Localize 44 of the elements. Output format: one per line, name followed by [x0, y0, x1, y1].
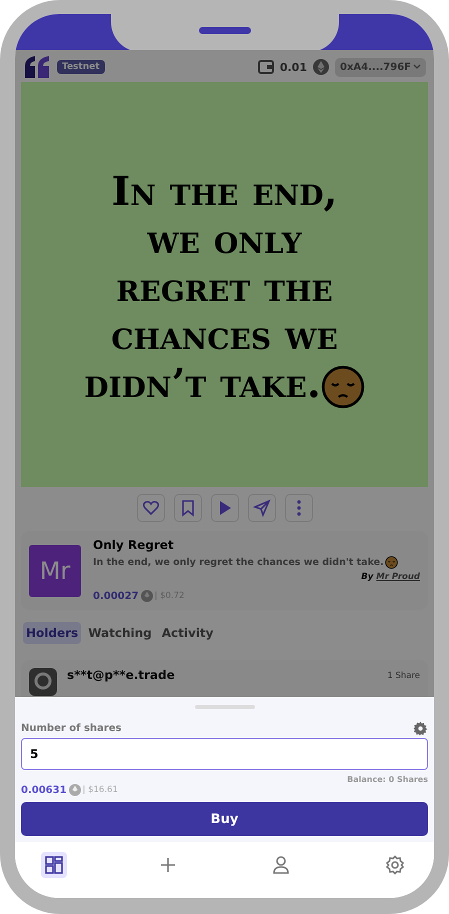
- shares-label: Number of shares: [21, 723, 122, 734]
- sad-face-icon: [320, 364, 365, 409]
- author-link[interactable]: Mr Proud: [376, 572, 420, 582]
- user-avatar-icon: [29, 668, 57, 696]
- sad-face-icon: [384, 556, 398, 569]
- wallet-icon: [258, 60, 274, 74]
- bookmark-button[interactable]: [174, 494, 202, 522]
- user-icon: [271, 855, 292, 875]
- play-button[interactable]: [210, 494, 238, 522]
- total-price: 0.00631: [21, 784, 67, 796]
- holder-name: s**t@p**e.trade: [67, 668, 176, 682]
- item-description: In the end, we only regret the chances we didn't take.: [93, 557, 384, 568]
- wallet-balance: 0.01: [280, 60, 307, 74]
- item-title: Only Regret: [93, 538, 175, 552]
- share-button[interactable]: [248, 494, 276, 522]
- network-badge: Testnet: [57, 60, 105, 74]
- tab[interactable]: Activity: [158, 622, 216, 644]
- like-button[interactable]: [136, 494, 164, 522]
- shares-balance: Balance: 0 Shares: [346, 775, 428, 784]
- more-button[interactable]: [284, 494, 312, 522]
- quote-logo-icon: [23, 56, 51, 78]
- settings-icon[interactable]: [413, 721, 428, 736]
- send-icon: [252, 499, 270, 517]
- holder-shares: 1 Share: [387, 671, 420, 681]
- ethereum-icon: [140, 590, 153, 602]
- quote-text: In the end, we only regret the chances we didn’t take.: [78, 168, 370, 409]
- address-dropdown[interactable]: 0xA4....796F: [334, 58, 426, 76]
- gear-icon: [384, 855, 405, 875]
- item-price: 0.00027: [93, 590, 139, 602]
- ethereum-icon: [312, 59, 329, 75]
- dashboard-nav-button[interactable]: [41, 852, 67, 878]
- speaker-icon: [199, 27, 251, 34]
- ethereum-icon: [68, 784, 81, 796]
- by-label: By: [361, 572, 374, 582]
- more-icon: [296, 499, 300, 517]
- item-avatar: Mr: [29, 545, 81, 597]
- heart-icon: [142, 499, 160, 517]
- grid-icon: [44, 855, 64, 875]
- total-usd-price: | $16.61: [82, 785, 118, 795]
- buy-button[interactable]: Buy: [21, 802, 428, 836]
- tab[interactable]: Watching: [85, 622, 155, 644]
- tab[interactable]: Holders: [23, 622, 82, 644]
- caret-icon: [413, 64, 421, 70]
- shares-input-field[interactable]: 5: [21, 738, 428, 770]
